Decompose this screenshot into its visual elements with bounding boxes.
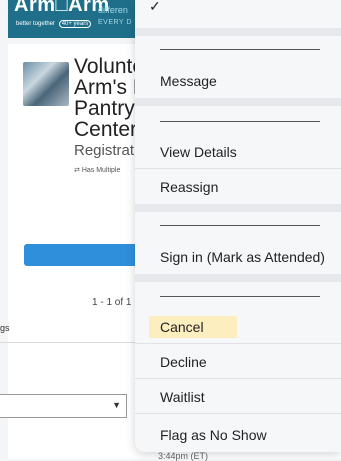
- menu-item-waitlist[interactable]: Waitlist: [135, 380, 341, 414]
- pagination-text: 1 - 1 of 1: [92, 297, 132, 308]
- menu-separator: [135, 274, 341, 282]
- menu-item-sign-in[interactable]: Sign in (Mark as Attended): [135, 240, 341, 274]
- menu-item-view-details[interactable]: View Details: [135, 135, 341, 169]
- menu-item-reassign[interactable]: Reassign: [135, 170, 341, 204]
- banner-side-subtext: EVERY D: [98, 19, 132, 26]
- filter-select[interactable]: ▼: [0, 394, 127, 418]
- menu-separator: [135, 204, 341, 212]
- shuffle-icon: ⇄: [74, 167, 80, 174]
- menu-placeholder-line: [160, 296, 320, 297]
- menu-placeholder-line: [160, 225, 320, 226]
- organization-logo: Arm□Arm: [14, 0, 110, 16]
- multiple-label: Has Multiple: [81, 167, 121, 174]
- years-badge: 40+ years: [58, 20, 92, 28]
- event-thumbnail: [23, 62, 69, 106]
- banner-side-text: differen: [98, 5, 128, 15]
- caret-down-icon: ▼: [112, 400, 121, 410]
- multiple-shifts-note: ⇄ Has Multiple: [74, 166, 120, 174]
- tagline-text: better together: [16, 21, 56, 27]
- section-label: gs: [0, 323, 10, 333]
- menu-item-message[interactable]: Message: [135, 64, 341, 98]
- menu-separator: [135, 98, 341, 106]
- banner-tagline: better together 40+ years: [16, 20, 92, 28]
- menu-placeholder-line: [160, 121, 320, 122]
- event-subtitle: Registrati: [74, 142, 138, 159]
- check-icon: ✓: [149, 0, 161, 14]
- section-divider: [0, 342, 140, 343]
- menu-item-flag-no-show[interactable]: Flag as No Show: [135, 418, 341, 452]
- menu-separator: [135, 28, 341, 36]
- menu-item-cancel[interactable]: Cancel: [135, 310, 341, 344]
- menu-placeholder-line: [160, 49, 320, 50]
- menu-item-decline[interactable]: Decline: [135, 345, 341, 379]
- time-text: 3:44pm (ET): [158, 451, 209, 461]
- action-menu: ✓ Message View Details Reassign Sign in …: [135, 0, 341, 452]
